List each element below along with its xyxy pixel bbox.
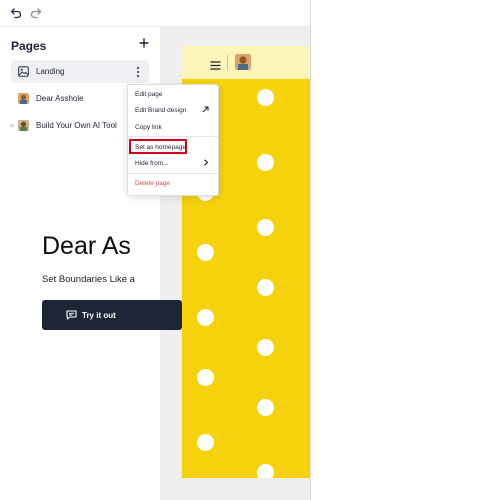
- avatar-thumbnail: [18, 120, 29, 131]
- page-item-landing[interactable]: Landing: [11, 60, 149, 83]
- image-icon: [18, 66, 29, 77]
- cta-label: Try it out: [82, 310, 116, 320]
- avatar-thumbnail: [18, 93, 29, 104]
- menu-item-label: Hide from...: [135, 159, 169, 167]
- menu-item-label: Copy link: [135, 123, 162, 131]
- page-item-label: Dear Asshole: [36, 94, 84, 103]
- header-divider: [227, 55, 228, 70]
- menu-item-edit-brand-design[interactable]: Edit Brand design: [128, 103, 218, 117]
- redo-icon[interactable]: [27, 4, 45, 22]
- menu-item-label: Edit page: [135, 90, 163, 98]
- try-it-out-button[interactable]: Try it out: [42, 300, 182, 330]
- menu-divider: [128, 173, 218, 174]
- menu-item-copy-link[interactable]: Copy link: [128, 120, 218, 134]
- top-toolbar: [0, 0, 310, 27]
- add-page-button[interactable]: [137, 37, 151, 51]
- menu-item-hide-from[interactable]: Hide from...: [128, 156, 218, 170]
- menu-item-label: Edit Brand design: [135, 106, 187, 114]
- menu-item-edit-page[interactable]: Edit page: [128, 87, 218, 101]
- hero-subtitle: Set Boundaries Like a: [42, 274, 135, 285]
- avatar: [235, 54, 251, 70]
- highlight-box: [129, 139, 187, 154]
- undo-icon[interactable]: [7, 4, 25, 22]
- editor-window: Pages Landing ⌂ Dear Asshole Build Your …: [0, 0, 311, 500]
- chevron-right-icon: [203, 159, 209, 166]
- page-item-label: Build Your Own AI Tool: [36, 121, 117, 130]
- hamburger-icon[interactable]: [210, 57, 221, 75]
- menu-item-delete-page[interactable]: Delete page: [128, 176, 218, 190]
- hero-title: Dear As: [42, 232, 131, 260]
- plus-icon: [139, 35, 149, 53]
- pages-title: Pages: [11, 39, 47, 53]
- page-item-label: Landing: [36, 67, 65, 76]
- menu-divider: [128, 136, 218, 137]
- more-options-icon[interactable]: [132, 65, 144, 78]
- chat-icon: [66, 310, 77, 320]
- menu-item-label: Delete page: [135, 179, 171, 187]
- arrow-up-right-icon: [202, 106, 209, 113]
- preview-header: [182, 46, 310, 79]
